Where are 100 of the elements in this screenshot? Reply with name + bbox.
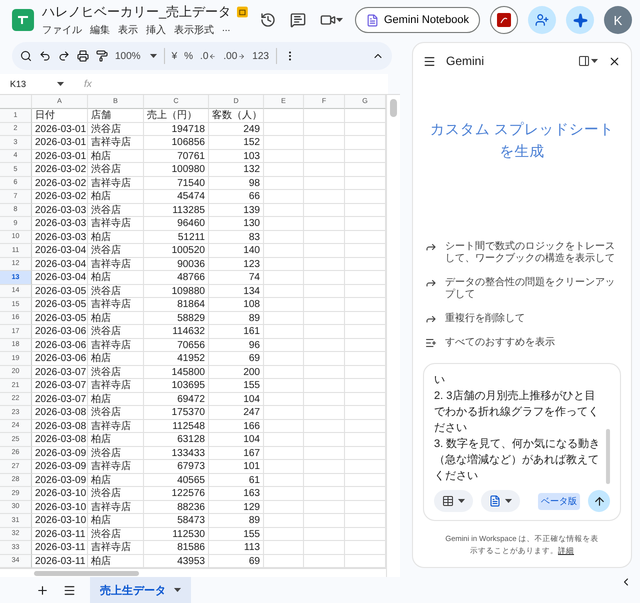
empty-cell[interactable]: [304, 284, 345, 298]
empty-cell[interactable]: [304, 474, 345, 487]
empty-cell[interactable]: [304, 554, 345, 568]
table-cell[interactable]: 2026-03-06: [32, 325, 88, 338]
menu-item[interactable]: 表示形式: [174, 23, 214, 37]
table-cell[interactable]: 吉祥寺店: [88, 379, 144, 392]
table-cell[interactable]: 日付: [32, 109, 88, 122]
table-cell[interactable]: 123: [209, 258, 264, 271]
empty-cell[interactable]: [345, 271, 386, 284]
empty-cell[interactable]: [264, 190, 304, 204]
close-icon[interactable]: [608, 54, 621, 68]
empty-cell[interactable]: [264, 271, 304, 284]
table-cell[interactable]: 渋谷店: [88, 487, 144, 500]
table-cell[interactable]: 104: [209, 392, 264, 406]
empty-cell[interactable]: [264, 487, 304, 500]
empty-cell[interactable]: [304, 230, 345, 244]
panel-layout-button[interactable]: [578, 55, 598, 67]
table-cell[interactable]: 2026-03-03: [32, 217, 88, 230]
table-cell[interactable]: 2026-03-02: [32, 190, 88, 204]
format-button[interactable]: %: [184, 50, 194, 62]
table-cell[interactable]: 2026-03-01: [32, 150, 88, 163]
empty-cell[interactable]: [264, 325, 304, 338]
menu-item[interactable]: 編集: [90, 23, 110, 37]
table-cell[interactable]: 2026-03-04: [32, 258, 88, 271]
table-cell[interactable]: 74: [209, 271, 264, 284]
empty-cell[interactable]: [264, 420, 304, 433]
menu-item[interactable]: ファイル: [42, 23, 82, 37]
table-cell[interactable]: 2026-03-01: [32, 122, 88, 136]
empty-cell[interactable]: [345, 190, 386, 204]
table-cell[interactable]: 2026-03-07: [32, 379, 88, 392]
folder-icon[interactable]: [237, 6, 248, 18]
empty-cell[interactable]: [304, 487, 345, 500]
table-cell[interactable]: 2026-03-10: [32, 514, 88, 528]
table-cell[interactable]: 81586: [144, 541, 209, 554]
empty-cell[interactable]: [304, 176, 345, 190]
share-button[interactable]: [528, 6, 556, 34]
empty-cell[interactable]: [264, 541, 304, 554]
empty-cell[interactable]: [264, 298, 304, 312]
table-cell[interactable]: 2026-03-08: [32, 420, 88, 433]
table-cell[interactable]: 155: [209, 379, 264, 392]
table-cell[interactable]: 112530: [144, 528, 209, 541]
empty-cell[interactable]: [345, 150, 386, 163]
table-cell[interactable]: 渋谷店: [88, 244, 144, 258]
table-cell[interactable]: 106856: [144, 136, 209, 150]
empty-cell[interactable]: [345, 312, 386, 325]
empty-cell[interactable]: [264, 514, 304, 528]
empty-cell[interactable]: [264, 244, 304, 258]
table-cell[interactable]: 90036: [144, 258, 209, 271]
gemini-notebook-button[interactable]: Gemini Notebook: [355, 7, 480, 33]
empty-cell[interactable]: [345, 217, 386, 230]
table-cell[interactable]: 140: [209, 244, 264, 258]
empty-cell[interactable]: [264, 446, 304, 460]
table-cell[interactable]: 113: [209, 541, 264, 554]
table-cell[interactable]: 渋谷店: [88, 163, 144, 176]
empty-cell[interactable]: [304, 163, 345, 176]
empty-cell[interactable]: [304, 136, 345, 150]
paint-roller-icon[interactable]: [96, 50, 108, 62]
empty-cell[interactable]: [304, 298, 345, 312]
table-cell[interactable]: 166: [209, 420, 264, 433]
pdf-button[interactable]: [490, 6, 518, 34]
table-cell[interactable]: 2026-03-03: [32, 204, 88, 217]
empty-cell[interactable]: [345, 204, 386, 217]
empty-cell[interactable]: [345, 379, 386, 392]
table-cell[interactable]: 130: [209, 217, 264, 230]
table-cell[interactable]: 249: [209, 122, 264, 136]
sheet-tab[interactable]: 売上生データ: [90, 577, 191, 603]
table-cell[interactable]: 152: [209, 136, 264, 150]
table-cell[interactable]: 客数（人）: [209, 109, 264, 122]
table-cell[interactable]: 吉祥寺店: [88, 217, 144, 230]
empty-cell[interactable]: [304, 528, 345, 541]
empty-cell[interactable]: [264, 109, 304, 122]
table-cell[interactable]: 渋谷店: [88, 122, 144, 136]
empty-cell[interactable]: [264, 284, 304, 298]
table-cell[interactable]: 柏店: [88, 514, 144, 528]
empty-cell[interactable]: [264, 474, 304, 487]
table-cell[interactable]: 柏店: [88, 190, 144, 204]
empty-cell[interactable]: [304, 312, 345, 325]
table-cell[interactable]: 2026-03-08: [32, 433, 88, 446]
empty-cell[interactable]: [345, 474, 386, 487]
table-cell[interactable]: 柏店: [88, 312, 144, 325]
table-cell[interactable]: 店舗: [88, 109, 144, 122]
table-cell[interactable]: 2026-03-11: [32, 554, 88, 568]
table-cell[interactable]: 43953: [144, 554, 209, 568]
table-cell[interactable]: 柏店: [88, 433, 144, 446]
table-cell[interactable]: 89: [209, 514, 264, 528]
empty-cell[interactable]: [345, 136, 386, 150]
table-cell[interactable]: 2026-03-09: [32, 446, 88, 460]
empty-cell[interactable]: [264, 338, 304, 352]
user-avatar[interactable]: K: [604, 6, 632, 34]
vertical-scrollbar[interactable]: [390, 99, 397, 117]
empty-cell[interactable]: [264, 352, 304, 366]
table-cell[interactable]: 108: [209, 298, 264, 312]
empty-cell[interactable]: [304, 541, 345, 554]
suggestion-item[interactable]: 重複行を削除して: [425, 313, 619, 325]
menu-icon[interactable]: [63, 584, 76, 596]
table-cell[interactable]: 渋谷店: [88, 284, 144, 298]
table-cell[interactable]: 139: [209, 204, 264, 217]
table-cell[interactable]: 柏店: [88, 554, 144, 568]
table-cell[interactable]: 112548: [144, 420, 209, 433]
table-cell[interactable]: 163: [209, 487, 264, 500]
